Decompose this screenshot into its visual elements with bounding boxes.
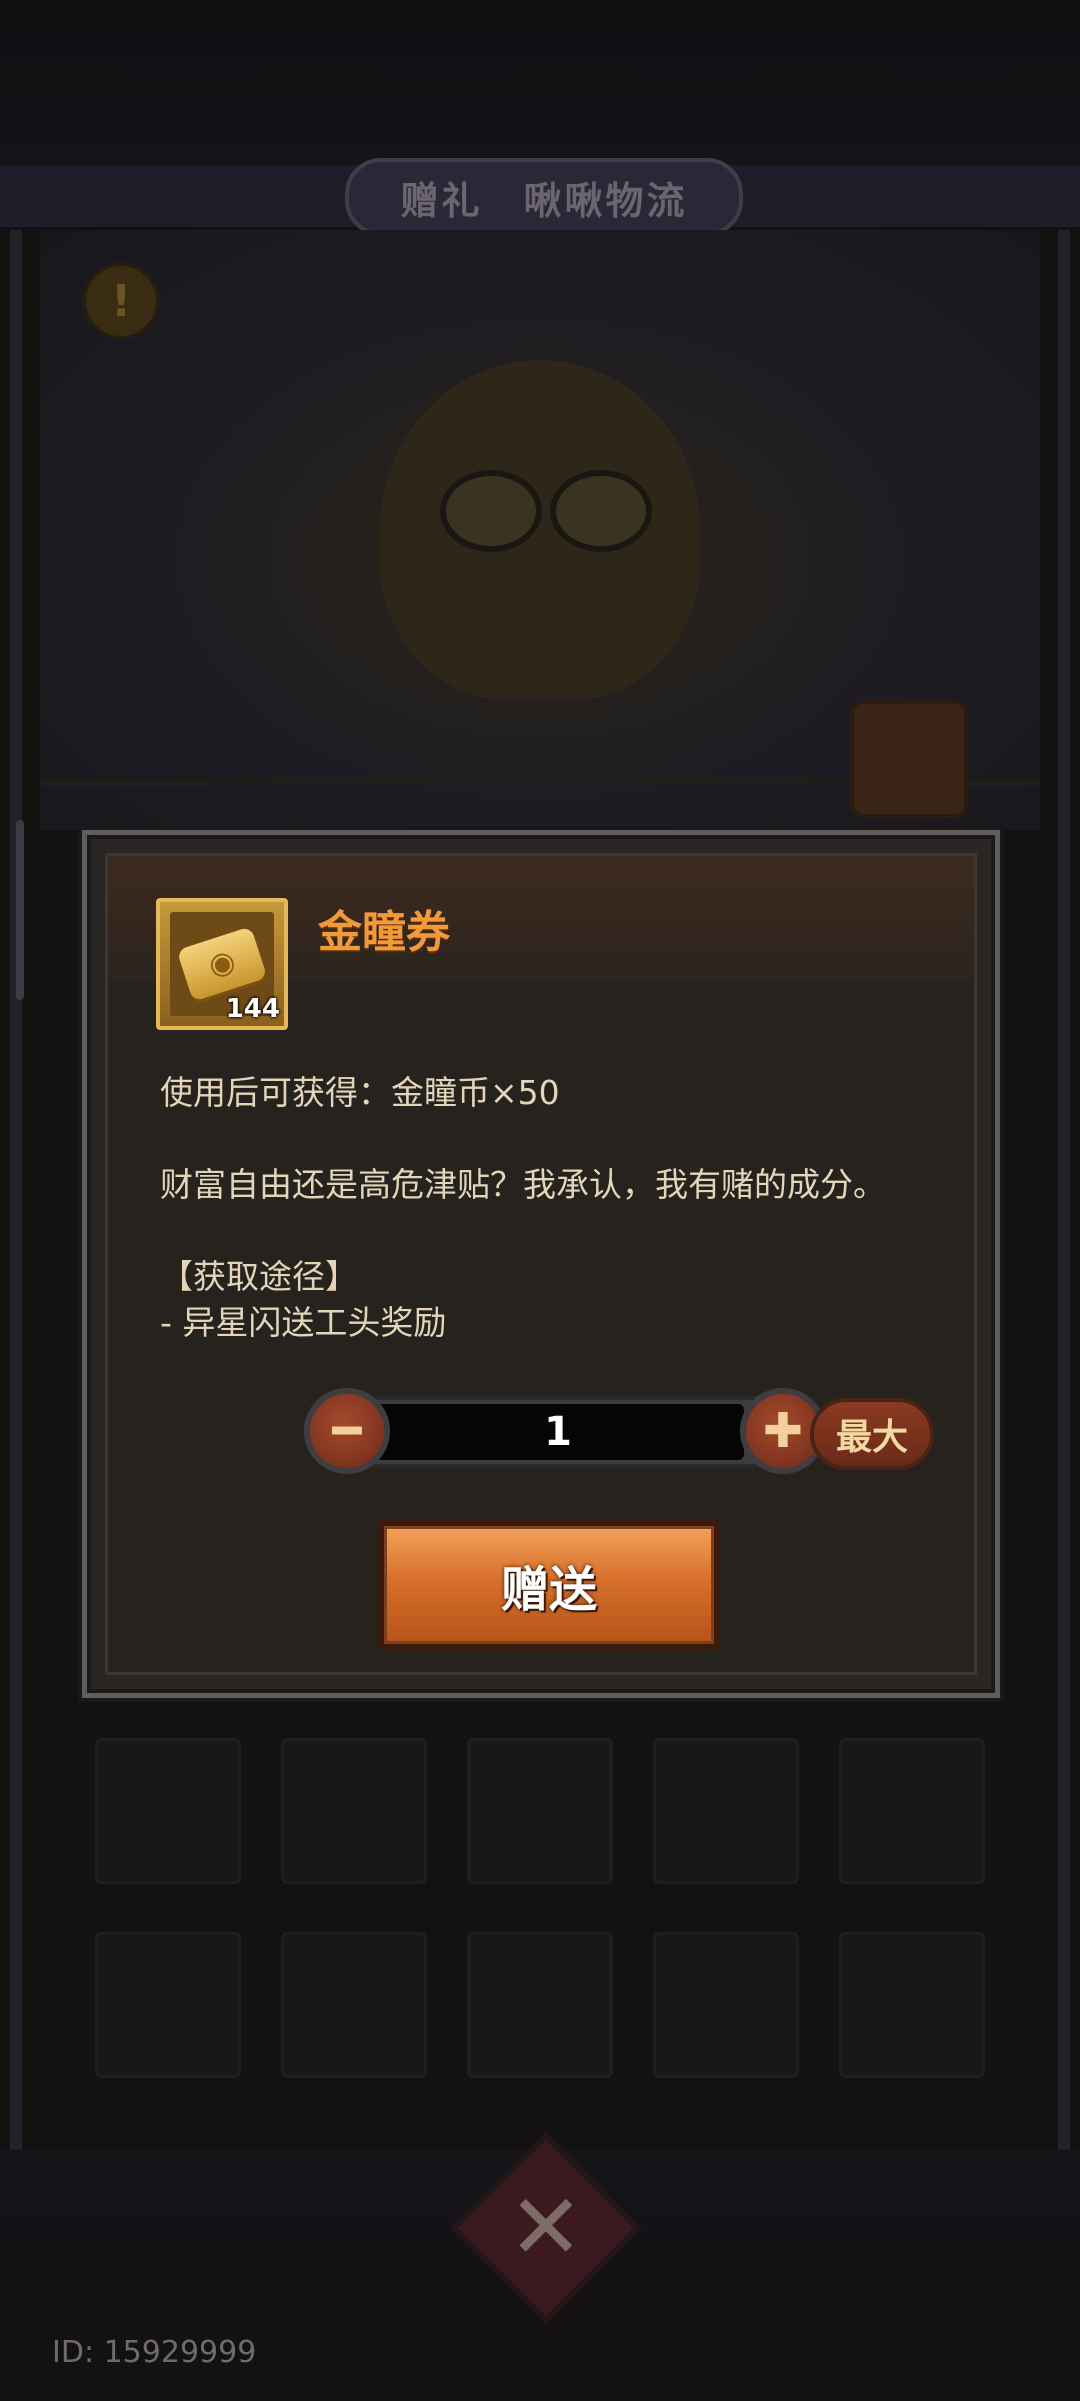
quantity-stepper: 1 <box>328 1396 788 1468</box>
top-bar-background <box>0 0 1080 170</box>
item-icon-frame: ◉ 144 <box>156 898 288 1030</box>
gift-slot[interactable] <box>281 1932 427 2078</box>
gift-slot[interactable] <box>95 1738 241 1884</box>
gift-slot[interactable] <box>653 1932 799 2078</box>
owl-left-eye <box>440 470 542 552</box>
gold-ticket-icon: ◉ <box>176 926 268 1002</box>
gift-box-icon[interactable] <box>850 700 968 818</box>
gift-slot[interactable] <box>95 1932 241 2078</box>
source-heading: 【获取途径】 <box>160 1257 358 1296</box>
max-quantity-button[interactable]: 最大 <box>810 1398 934 1470</box>
owl-figure <box>380 360 700 700</box>
page-title: 赠礼 啾啾物流 <box>345 158 743 236</box>
item-name: 金瞳券 <box>318 907 450 958</box>
gift-slot[interactable] <box>653 1738 799 1884</box>
gift-slot-grid <box>95 1738 985 2078</box>
quantity-input[interactable]: 1 <box>372 1404 744 1460</box>
gift-slot[interactable] <box>281 1738 427 1884</box>
item-count: 144 <box>225 994 280 1024</box>
item-effect-text: 使用后可获得：金瞳币×50 <box>160 1073 560 1112</box>
minus-icon: ━ <box>332 1403 362 1459</box>
dialog-panel: ◉ 144 金瞳券 使用后可获得：金瞳币×50 财富自由还是高危津贴？我承认，我… <box>105 853 977 1675</box>
gift-slot[interactable] <box>467 1932 613 2078</box>
plus-icon: ✚ <box>762 1403 804 1459</box>
owl-right-eye <box>550 470 652 552</box>
item-flavor-text: 财富自由还是高危津贴？我承认，我有赌的成分。 <box>160 1165 886 1204</box>
gift-slot[interactable] <box>839 1738 985 1884</box>
source-item: - 异星闪送工头奖励 <box>160 1303 447 1342</box>
decrease-button[interactable]: ━ <box>304 1388 390 1474</box>
gift-send-button[interactable]: 赠送 <box>378 1520 720 1650</box>
gift-slot[interactable] <box>839 1932 985 2078</box>
alert-icon[interactable]: ! <box>82 262 160 340</box>
gift-slot[interactable] <box>467 1738 613 1884</box>
close-icon: ✕ <box>508 2174 584 2280</box>
item-detail-dialog: ◉ 144 金瞳券 使用后可获得：金瞳币×50 财富自由还是高危津贴？我承认，我… <box>82 830 1000 1698</box>
scrollbar[interactable] <box>16 820 24 1000</box>
user-id-label: ID: 15929999 <box>52 2335 257 2370</box>
